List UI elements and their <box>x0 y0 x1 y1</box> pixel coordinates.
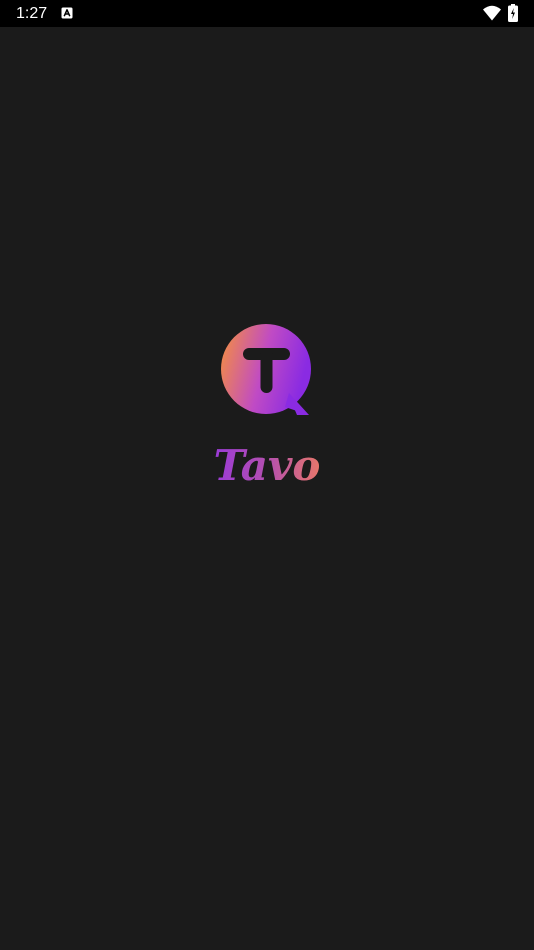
status-time: 1:27 <box>16 5 48 22</box>
battery-charging-icon <box>508 4 518 22</box>
app-name-wordmark: Tavo <box>214 441 321 490</box>
app-logo-icon <box>221 324 311 415</box>
wifi-icon <box>483 5 501 21</box>
splash-content: Tavo <box>0 27 534 950</box>
status-bar: 1:27 <box>0 0 534 27</box>
app-name-text: Tavo <box>214 441 321 490</box>
splash-screen: 1:27 Tavo <box>0 0 534 950</box>
a-box-icon <box>61 7 73 19</box>
